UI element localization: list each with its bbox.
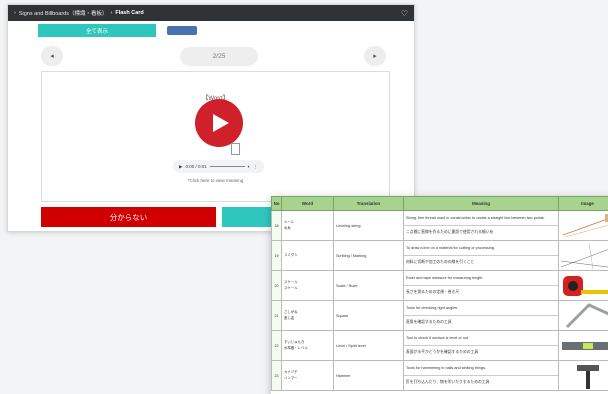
volume-icon[interactable]: 🔈︎ [248,164,251,169]
word-cell: カナヅチ ハンマー [281,360,334,391]
tape-measure-image [558,270,608,301]
translation-cell: Hammer [333,360,404,391]
cursor-indicator [231,143,240,155]
vocabulary-sheet: No Word Translation Meaning Image 18 ルール… [271,196,608,394]
row-number: 23 [271,360,282,391]
meaning-japanese: 長さを測るための定規・巻き尺 [406,290,460,295]
meaning-japanese: 表面が水平かどうかを確認するための工具 [406,350,479,355]
word-cell: スミダシ [281,240,334,271]
meaning-english: To draw a line on a material for cutting… [404,241,558,256]
row-number: 22 [271,330,282,361]
translation-cell: Leveling string [333,210,404,241]
row-number: 19 [271,240,282,271]
meaning-english: Tools for checking right angles. [404,301,558,316]
hammer-image [558,360,608,391]
meaning-japanese: 二点間に直線を作るために建設で使用される細い糸 [406,230,494,235]
spirit-level-image [558,330,608,361]
header-meaning: Meaning [403,196,559,211]
word-cell: すいじゅんき 水準器・レベル [281,330,334,361]
view-meaning-hint[interactable]: *Click here to view meaning [42,178,389,183]
heart-icon[interactable]: ♡ [401,9,408,18]
word-text: 水糸 [284,225,291,230]
meaning-english: Tools for hammering in nails and strikin… [404,361,558,376]
meaning-english: Ruler and tape measure for measuring len… [404,271,558,286]
string-line-image [558,210,608,241]
dont-know-button[interactable]: 分からない [41,207,216,227]
table-row: 19 スミダシ Scribing / Marking To draw a lin… [271,240,608,271]
meaning-japanese: 材料に切断や加工のための線を引くこと [406,260,475,265]
audio-play-icon[interactable]: ▶ [179,164,182,170]
audio-time: 0:00 / 0:01 [185,164,207,169]
meaning-cell: Tool to check if surface is level or not… [403,330,559,361]
word-text: ハンマー [284,375,298,380]
row-number: 21 [271,300,282,331]
table-row: 23 カナヅチ ハンマー Hammer Tools for hammering … [271,360,608,391]
mode-toggle[interactable] [167,26,197,35]
translation-cell: Scribing / Marking [333,240,404,271]
table-row: 18 ルール 水糸 Leveling string String, fine t… [271,210,608,241]
table-row: 22 すいじゅんき 水準器・レベル Level / Spirit level T… [271,330,608,361]
word-text: スミダシ [284,252,298,257]
prev-card-button[interactable]: ◂ [41,46,63,66]
translation-cell: Scale / Ruler [333,270,404,301]
vocabulary-table: No Word Translation Meaning Image 18 ルール… [271,196,608,391]
translation-cell: Level / Spirit level [333,330,404,361]
audio-player[interactable]: ▶ 0:00 / 0:01 🔈︎ ⋮ [173,160,264,173]
word-text: 水準器・レベル [284,345,308,350]
meaning-english: Tool to check if surface is level or not… [404,331,558,346]
row-number: 20 [271,270,282,301]
header-translation: Translation [333,196,404,211]
word-text: スケール [284,285,298,290]
breadcrumb-separator: › [110,10,113,16]
meaning-cell: Tools for checking right angles. 直角を確認する… [403,300,559,331]
page-title: Flash Card [115,10,144,16]
breadcrumb-separator: › [14,10,16,16]
page-indicator: 2/25 [180,47,258,66]
meaning-japanese: 釘を打ち込んだり、物を叩いたりするための工具 [406,380,490,385]
video-play-button[interactable] [195,99,243,147]
meaning-cell: Ruler and tape measure for measuring len… [403,270,559,301]
table-row: 20 スケール スケール Scale / Ruler Ruler and tap… [271,270,608,301]
word-cell: ルール 水糸 [281,210,334,241]
meaning-cell: To draw a line on a material for cutting… [403,240,559,271]
meaning-cell: Tools for hammering in nails and strikin… [403,360,559,391]
meaning-cell: String, fine thread used in construction… [403,210,559,241]
breadcrumb-category[interactable]: Signs and Billboards（標識・看板） [19,9,108,17]
row-number: 18 [271,210,282,241]
show-all-button[interactable]: 全て表示 [38,24,156,37]
carpenter-square-image [558,300,608,331]
audio-menu-icon[interactable]: ⋮ [254,164,259,170]
meaning-japanese: 直角を確認するための工具 [406,320,452,325]
word-cell: さしがね 差し金 [281,300,334,331]
table-row: 21 さしがね 差し金 Square Tools for checking ri… [271,300,608,331]
app-header-bar: › Signs and Billboards（標識・看板） › Flash Ca… [8,5,414,21]
translation-cell: Square [333,300,404,331]
table-header-row: No Word Translation Meaning Image [271,196,608,211]
word-text: 差し金 [284,315,295,320]
flash-card[interactable]: 【Word】 ▶ 0:00 / 0:01 🔈︎ ⋮ *Click here to… [41,71,390,202]
audio-progress-track[interactable] [209,165,245,168]
header-word: Word [281,196,334,211]
word-cell: スケール スケール [281,270,334,301]
next-card-button[interactable]: ▸ [364,46,386,66]
play-icon [213,114,229,132]
header-no: No [271,196,282,211]
meaning-english: String, fine thread used in construction… [404,211,558,226]
header-image: Image [558,196,608,211]
marking-lines-image [558,240,608,271]
